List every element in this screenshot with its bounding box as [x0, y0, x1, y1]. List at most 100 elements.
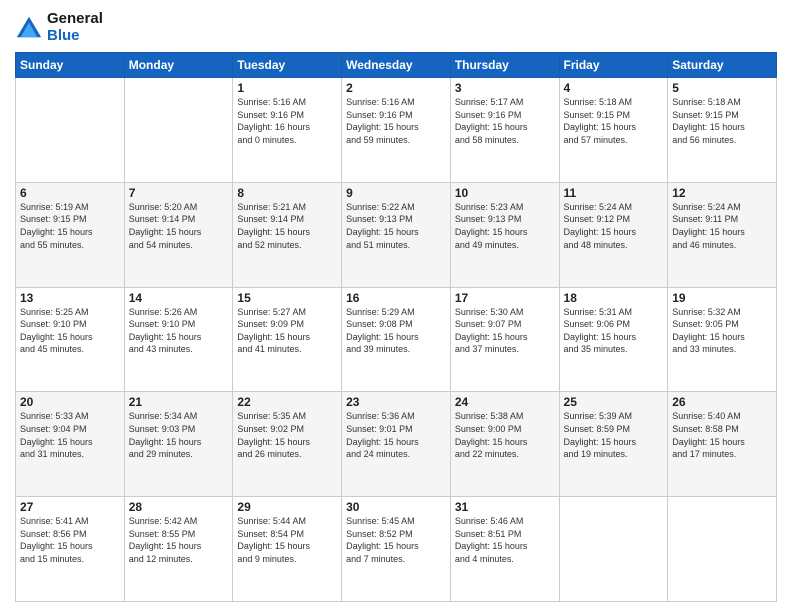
- calendar-cell: [559, 497, 668, 602]
- day-number: 31: [455, 500, 555, 514]
- calendar-cell: 30Sunrise: 5:45 AM Sunset: 8:52 PM Dayli…: [342, 497, 451, 602]
- calendar-cell: 24Sunrise: 5:38 AM Sunset: 9:00 PM Dayli…: [450, 392, 559, 497]
- week-row-5: 27Sunrise: 5:41 AM Sunset: 8:56 PM Dayli…: [16, 497, 777, 602]
- cell-info: Sunrise: 5:30 AM Sunset: 9:07 PM Dayligh…: [455, 306, 555, 356]
- calendar-cell: 15Sunrise: 5:27 AM Sunset: 9:09 PM Dayli…: [233, 287, 342, 392]
- logo-icon: [15, 13, 43, 41]
- cell-info: Sunrise: 5:33 AM Sunset: 9:04 PM Dayligh…: [20, 410, 120, 460]
- calendar-cell: 19Sunrise: 5:32 AM Sunset: 9:05 PM Dayli…: [668, 287, 777, 392]
- col-header-friday: Friday: [559, 53, 668, 78]
- day-number: 7: [129, 186, 229, 200]
- cell-info: Sunrise: 5:18 AM Sunset: 9:15 PM Dayligh…: [564, 96, 664, 146]
- cell-info: Sunrise: 5:16 AM Sunset: 9:16 PM Dayligh…: [346, 96, 446, 146]
- calendar-cell: 18Sunrise: 5:31 AM Sunset: 9:06 PM Dayli…: [559, 287, 668, 392]
- day-number: 17: [455, 291, 555, 305]
- logo: General Blue: [15, 10, 103, 44]
- day-number: 27: [20, 500, 120, 514]
- week-row-1: 1Sunrise: 5:16 AM Sunset: 9:16 PM Daylig…: [16, 78, 777, 183]
- day-number: 30: [346, 500, 446, 514]
- calendar-cell: 28Sunrise: 5:42 AM Sunset: 8:55 PM Dayli…: [124, 497, 233, 602]
- calendar-cell: 14Sunrise: 5:26 AM Sunset: 9:10 PM Dayli…: [124, 287, 233, 392]
- day-number: 10: [455, 186, 555, 200]
- cell-info: Sunrise: 5:24 AM Sunset: 9:12 PM Dayligh…: [564, 201, 664, 251]
- cell-info: Sunrise: 5:29 AM Sunset: 9:08 PM Dayligh…: [346, 306, 446, 356]
- calendar-cell: 10Sunrise: 5:23 AM Sunset: 9:13 PM Dayli…: [450, 182, 559, 287]
- calendar-cell: 4Sunrise: 5:18 AM Sunset: 9:15 PM Daylig…: [559, 78, 668, 183]
- calendar-cell: 23Sunrise: 5:36 AM Sunset: 9:01 PM Dayli…: [342, 392, 451, 497]
- calendar-cell: 6Sunrise: 5:19 AM Sunset: 9:15 PM Daylig…: [16, 182, 125, 287]
- day-number: 26: [672, 395, 772, 409]
- cell-info: Sunrise: 5:34 AM Sunset: 9:03 PM Dayligh…: [129, 410, 229, 460]
- calendar-cell: 9Sunrise: 5:22 AM Sunset: 9:13 PM Daylig…: [342, 182, 451, 287]
- day-number: 18: [564, 291, 664, 305]
- calendar-cell: 8Sunrise: 5:21 AM Sunset: 9:14 PM Daylig…: [233, 182, 342, 287]
- cell-info: Sunrise: 5:39 AM Sunset: 8:59 PM Dayligh…: [564, 410, 664, 460]
- calendar-cell: 3Sunrise: 5:17 AM Sunset: 9:16 PM Daylig…: [450, 78, 559, 183]
- calendar-header-row: SundayMondayTuesdayWednesdayThursdayFrid…: [16, 53, 777, 78]
- cell-info: Sunrise: 5:38 AM Sunset: 9:00 PM Dayligh…: [455, 410, 555, 460]
- calendar-cell: 27Sunrise: 5:41 AM Sunset: 8:56 PM Dayli…: [16, 497, 125, 602]
- logo-text: General Blue: [47, 10, 103, 44]
- calendar-cell: 25Sunrise: 5:39 AM Sunset: 8:59 PM Dayli…: [559, 392, 668, 497]
- calendar-cell: 16Sunrise: 5:29 AM Sunset: 9:08 PM Dayli…: [342, 287, 451, 392]
- day-number: 28: [129, 500, 229, 514]
- day-number: 21: [129, 395, 229, 409]
- calendar: SundayMondayTuesdayWednesdayThursdayFrid…: [15, 52, 777, 602]
- calendar-cell: 12Sunrise: 5:24 AM Sunset: 9:11 PM Dayli…: [668, 182, 777, 287]
- day-number: 20: [20, 395, 120, 409]
- col-header-thursday: Thursday: [450, 53, 559, 78]
- calendar-cell: 20Sunrise: 5:33 AM Sunset: 9:04 PM Dayli…: [16, 392, 125, 497]
- day-number: 13: [20, 291, 120, 305]
- cell-info: Sunrise: 5:36 AM Sunset: 9:01 PM Dayligh…: [346, 410, 446, 460]
- cell-info: Sunrise: 5:19 AM Sunset: 9:15 PM Dayligh…: [20, 201, 120, 251]
- day-number: 22: [237, 395, 337, 409]
- calendar-cell: 1Sunrise: 5:16 AM Sunset: 9:16 PM Daylig…: [233, 78, 342, 183]
- day-number: 3: [455, 81, 555, 95]
- cell-info: Sunrise: 5:44 AM Sunset: 8:54 PM Dayligh…: [237, 515, 337, 565]
- cell-info: Sunrise: 5:24 AM Sunset: 9:11 PM Dayligh…: [672, 201, 772, 251]
- cell-info: Sunrise: 5:31 AM Sunset: 9:06 PM Dayligh…: [564, 306, 664, 356]
- day-number: 8: [237, 186, 337, 200]
- cell-info: Sunrise: 5:40 AM Sunset: 8:58 PM Dayligh…: [672, 410, 772, 460]
- calendar-cell: 22Sunrise: 5:35 AM Sunset: 9:02 PM Dayli…: [233, 392, 342, 497]
- cell-info: Sunrise: 5:21 AM Sunset: 9:14 PM Dayligh…: [237, 201, 337, 251]
- cell-info: Sunrise: 5:23 AM Sunset: 9:13 PM Dayligh…: [455, 201, 555, 251]
- day-number: 6: [20, 186, 120, 200]
- week-row-2: 6Sunrise: 5:19 AM Sunset: 9:15 PM Daylig…: [16, 182, 777, 287]
- day-number: 5: [672, 81, 772, 95]
- calendar-cell: 13Sunrise: 5:25 AM Sunset: 9:10 PM Dayli…: [16, 287, 125, 392]
- col-header-sunday: Sunday: [16, 53, 125, 78]
- calendar-cell: [16, 78, 125, 183]
- cell-info: Sunrise: 5:20 AM Sunset: 9:14 PM Dayligh…: [129, 201, 229, 251]
- cell-info: Sunrise: 5:18 AM Sunset: 9:15 PM Dayligh…: [672, 96, 772, 146]
- calendar-cell: 21Sunrise: 5:34 AM Sunset: 9:03 PM Dayli…: [124, 392, 233, 497]
- day-number: 4: [564, 81, 664, 95]
- day-number: 24: [455, 395, 555, 409]
- calendar-cell: 17Sunrise: 5:30 AM Sunset: 9:07 PM Dayli…: [450, 287, 559, 392]
- calendar-cell: 7Sunrise: 5:20 AM Sunset: 9:14 PM Daylig…: [124, 182, 233, 287]
- calendar-cell: [668, 497, 777, 602]
- calendar-cell: 5Sunrise: 5:18 AM Sunset: 9:15 PM Daylig…: [668, 78, 777, 183]
- col-header-saturday: Saturday: [668, 53, 777, 78]
- cell-info: Sunrise: 5:16 AM Sunset: 9:16 PM Dayligh…: [237, 96, 337, 146]
- day-number: 23: [346, 395, 446, 409]
- cell-info: Sunrise: 5:45 AM Sunset: 8:52 PM Dayligh…: [346, 515, 446, 565]
- cell-info: Sunrise: 5:22 AM Sunset: 9:13 PM Dayligh…: [346, 201, 446, 251]
- day-number: 15: [237, 291, 337, 305]
- day-number: 14: [129, 291, 229, 305]
- cell-info: Sunrise: 5:46 AM Sunset: 8:51 PM Dayligh…: [455, 515, 555, 565]
- week-row-4: 20Sunrise: 5:33 AM Sunset: 9:04 PM Dayli…: [16, 392, 777, 497]
- calendar-cell: 11Sunrise: 5:24 AM Sunset: 9:12 PM Dayli…: [559, 182, 668, 287]
- day-number: 9: [346, 186, 446, 200]
- cell-info: Sunrise: 5:25 AM Sunset: 9:10 PM Dayligh…: [20, 306, 120, 356]
- calendar-cell: 2Sunrise: 5:16 AM Sunset: 9:16 PM Daylig…: [342, 78, 451, 183]
- page: General Blue SundayMondayTuesdayWednesda…: [0, 0, 792, 612]
- day-number: 1: [237, 81, 337, 95]
- cell-info: Sunrise: 5:32 AM Sunset: 9:05 PM Dayligh…: [672, 306, 772, 356]
- day-number: 16: [346, 291, 446, 305]
- week-row-3: 13Sunrise: 5:25 AM Sunset: 9:10 PM Dayli…: [16, 287, 777, 392]
- day-number: 11: [564, 186, 664, 200]
- calendar-cell: 29Sunrise: 5:44 AM Sunset: 8:54 PM Dayli…: [233, 497, 342, 602]
- cell-info: Sunrise: 5:35 AM Sunset: 9:02 PM Dayligh…: [237, 410, 337, 460]
- day-number: 25: [564, 395, 664, 409]
